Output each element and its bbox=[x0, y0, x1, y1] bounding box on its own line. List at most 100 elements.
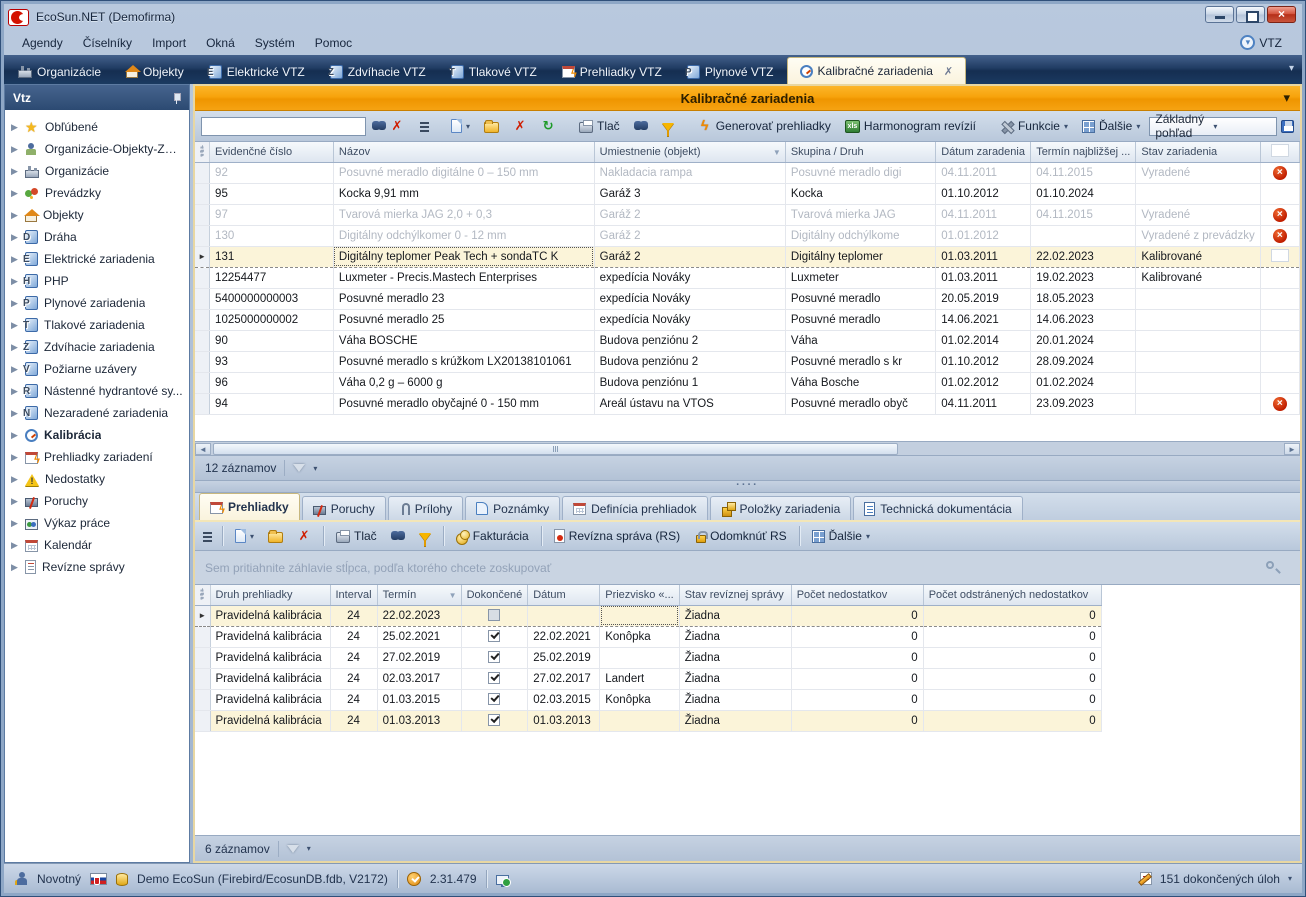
filter-dropdown-icon[interactable]: ▾ bbox=[307, 844, 311, 853]
cell-termin[interactable]: 01.10.2024 bbox=[1031, 183, 1136, 204]
tasks-dropdown-icon[interactable]: ▾ bbox=[1288, 874, 1292, 883]
sidebar-item-v-kaz-pr-ce[interactable]: ▶Výkaz práce bbox=[5, 512, 189, 534]
table-row[interactable]: Pravidelná kalibrácia2402.03.201727.02.2… bbox=[195, 668, 1101, 689]
cell-nazov[interactable]: Váha BOSCHE bbox=[333, 330, 594, 351]
unlock-rs-button[interactable]: Odomknúť RS bbox=[689, 527, 792, 545]
checkbox-checked[interactable] bbox=[488, 714, 500, 726]
tab-zdv-hacie-vtz[interactable]: ZZdvíhacie VTZ bbox=[318, 59, 438, 84]
column-header-dokoncene[interactable]: Dokončené bbox=[461, 585, 528, 605]
refresh-button[interactable]: ↻ bbox=[536, 117, 560, 135]
cell-termin[interactable]: 01.03.2013 bbox=[377, 710, 461, 731]
column-header-termin[interactable]: Termín▼ bbox=[377, 585, 461, 605]
column-header-stav_rs[interactable]: Stav revíznej správy bbox=[679, 585, 791, 605]
filter-dropdown-icon[interactable]: ▾ bbox=[313, 464, 317, 473]
cell-nazov[interactable]: Tvarová mierka JAG 2,0 + 0,3 bbox=[333, 204, 594, 225]
cell-umiestnenie[interactable]: Areál ústavu na VTOS bbox=[594, 393, 785, 414]
expand-arrow-icon[interactable]: ▶ bbox=[11, 232, 19, 243]
table-row[interactable]: 92Posuvné meradlo digitálne 0 – 150 mmNa… bbox=[195, 162, 1300, 183]
table-row[interactable]: 93Posuvné meradlo s krúžkom LX2013810106… bbox=[195, 351, 1300, 372]
cell-datum[interactable]: 04.11.2011 bbox=[936, 162, 1031, 183]
cell-druh[interactable]: Pravidelná kalibrácia bbox=[210, 626, 330, 647]
cell-stav[interactable] bbox=[1136, 372, 1260, 393]
minimize-button[interactable] bbox=[1205, 6, 1234, 23]
sidebar-item-n-stenn-hydrantov-sy-[interactable]: ▶RNástenné hydrantové sy... bbox=[5, 380, 189, 402]
cell-skupina[interactable]: Váha bbox=[785, 330, 935, 351]
sidebar-item-ob-ben-[interactable]: ▶★Obľúbené bbox=[5, 116, 189, 138]
cell-termin[interactable]: 20.01.2024 bbox=[1031, 330, 1136, 351]
table-row[interactable]: Pravidelná kalibrácia2401.03.201301.03.2… bbox=[195, 710, 1101, 731]
cell-umiestnenie[interactable]: Garáž 3 bbox=[594, 183, 785, 204]
cell-stav_rs[interactable]: Žiadna bbox=[679, 605, 791, 626]
cell-umiestnenie[interactable]: Garáž 2 bbox=[594, 204, 785, 225]
cell-datum[interactable]: 01.03.2013 bbox=[528, 710, 600, 731]
expand-arrow-icon[interactable]: ▶ bbox=[11, 540, 19, 551]
sidebar-item-prev-dzky[interactable]: ▶Prevádzky bbox=[5, 182, 189, 204]
cell-datum[interactable] bbox=[528, 605, 600, 626]
detail-tab-poruchy[interactable]: Poruchy bbox=[302, 496, 386, 520]
cell-umiestnenie[interactable]: Budova penziónu 2 bbox=[594, 330, 785, 351]
cell-priezvisko[interactable] bbox=[600, 647, 679, 668]
cell-nazov[interactable]: Digitálny odchýlkomer 0 - 12 mm bbox=[333, 225, 594, 246]
grid-options-icon[interactable] bbox=[200, 588, 204, 601]
cell-dokoncene[interactable] bbox=[461, 605, 528, 626]
cell-datum[interactable]: 01.01.2012 bbox=[936, 225, 1031, 246]
magnifier-icon[interactable] bbox=[1266, 561, 1274, 569]
expand-arrow-icon[interactable]: ▶ bbox=[11, 430, 19, 441]
tab-overflow-icon[interactable]: ▾ bbox=[1289, 63, 1294, 74]
pin-icon[interactable] bbox=[171, 92, 181, 104]
menu-item-okná[interactable]: Okná bbox=[196, 33, 245, 53]
cell-umiestnenie[interactable]: Garáž 2 bbox=[594, 225, 785, 246]
column-header-interval[interactable]: Interval bbox=[330, 585, 377, 605]
cell-nazov[interactable]: Posuvné meradlo obyčajné 0 - 150 mm bbox=[333, 393, 594, 414]
expand-arrow-icon[interactable]: ▶ bbox=[11, 408, 19, 419]
expand-arrow-icon[interactable]: ▶ bbox=[11, 298, 19, 309]
table-row[interactable]: 96Váha 0,2 g – 6000 gBudova penziónu 1Vá… bbox=[195, 372, 1300, 393]
cell-datum[interactable]: 01.10.2012 bbox=[936, 351, 1031, 372]
column-header-datum[interactable]: Dátum bbox=[528, 585, 600, 605]
sidebar-item-php[interactable]: ▶HPHP bbox=[5, 270, 189, 292]
cell-skupina[interactable]: Kocka bbox=[785, 183, 935, 204]
cell-umiestnenie[interactable]: expedícia Nováky bbox=[594, 267, 785, 288]
checkbox-checked[interactable] bbox=[488, 672, 500, 684]
cell-stav[interactable] bbox=[1136, 309, 1260, 330]
cell-skupina[interactable]: Posuvné meradlo s kr bbox=[785, 351, 935, 372]
expand-arrow-icon[interactable]: ▶ bbox=[11, 562, 19, 573]
scroll-right-icon[interactable]: ► bbox=[1284, 443, 1300, 455]
cell-stav_rs[interactable]: Žiadna bbox=[679, 626, 791, 647]
cell-interval[interactable]: 24 bbox=[330, 626, 377, 647]
column-header-druh[interactable]: Druh prehliadky bbox=[210, 585, 330, 605]
status-cell-button[interactable] bbox=[1271, 249, 1289, 262]
cell-pocet[interactable]: 0 bbox=[791, 668, 923, 689]
cell-skupina[interactable]: Posuvné meradlo bbox=[785, 288, 935, 309]
cell-pocet[interactable]: 0 bbox=[791, 710, 923, 731]
cell-umiestnenie[interactable]: Nakladacia rampa bbox=[594, 162, 785, 183]
filter-funnel-icon[interactable] bbox=[293, 464, 305, 472]
expand-arrow-icon[interactable]: ▶ bbox=[11, 210, 19, 221]
cell-datum[interactable]: 01.02.2014 bbox=[936, 330, 1031, 351]
sidebar-item-prehliadky-zariaden-[interactable]: ▶Prehliadky zariadení bbox=[5, 446, 189, 468]
revision-schedule-button[interactable]: xlsHarmonogram revízií bbox=[840, 117, 981, 135]
cell-evc[interactable]: 12254477 bbox=[210, 267, 334, 288]
new-record-button[interactable]: ▾ bbox=[446, 117, 475, 135]
cell-dokoncene[interactable] bbox=[461, 668, 528, 689]
expand-arrow-icon[interactable]: ▶ bbox=[11, 342, 19, 353]
cell-stav[interactable] bbox=[1136, 288, 1260, 309]
checkbox-checked[interactable] bbox=[488, 693, 500, 705]
column-header-priezvisko[interactable]: Priezvisko «... bbox=[600, 585, 679, 605]
close-tab-icon[interactable]: ✗ bbox=[944, 65, 953, 78]
cell-priezvisko[interactable] bbox=[600, 710, 679, 731]
cell-evc[interactable]: 90 bbox=[210, 330, 334, 351]
sidebar-item-kalend-r[interactable]: ▶Kalendár bbox=[5, 534, 189, 556]
cell-termin[interactable]: 18.05.2023 bbox=[1031, 288, 1136, 309]
tab-objekty[interactable]: Objekty bbox=[114, 59, 196, 84]
horizontal-scrollbar[interactable]: ◄ ► bbox=[195, 442, 1300, 456]
tab-organiz-cie[interactable]: Organizácie bbox=[6, 59, 113, 84]
new-record-button[interactable]: ▾ bbox=[230, 527, 259, 545]
table-row[interactable]: 130Digitálny odchýlkomer 0 - 12 mmGaráž … bbox=[195, 225, 1300, 246]
cell-skupina[interactable]: Tvarová mierka JAG bbox=[785, 204, 935, 225]
sidebar-item-tlakov-zariadenia[interactable]: ▶TTlakové zariadenia bbox=[5, 314, 189, 336]
expand-arrow-icon[interactable]: ▶ bbox=[11, 496, 19, 507]
search-input[interactable] bbox=[201, 117, 366, 136]
cell-priezvisko[interactable]: Konôpka bbox=[600, 689, 679, 710]
cell-skupina[interactable]: Posuvné meradlo obyč bbox=[785, 393, 935, 414]
